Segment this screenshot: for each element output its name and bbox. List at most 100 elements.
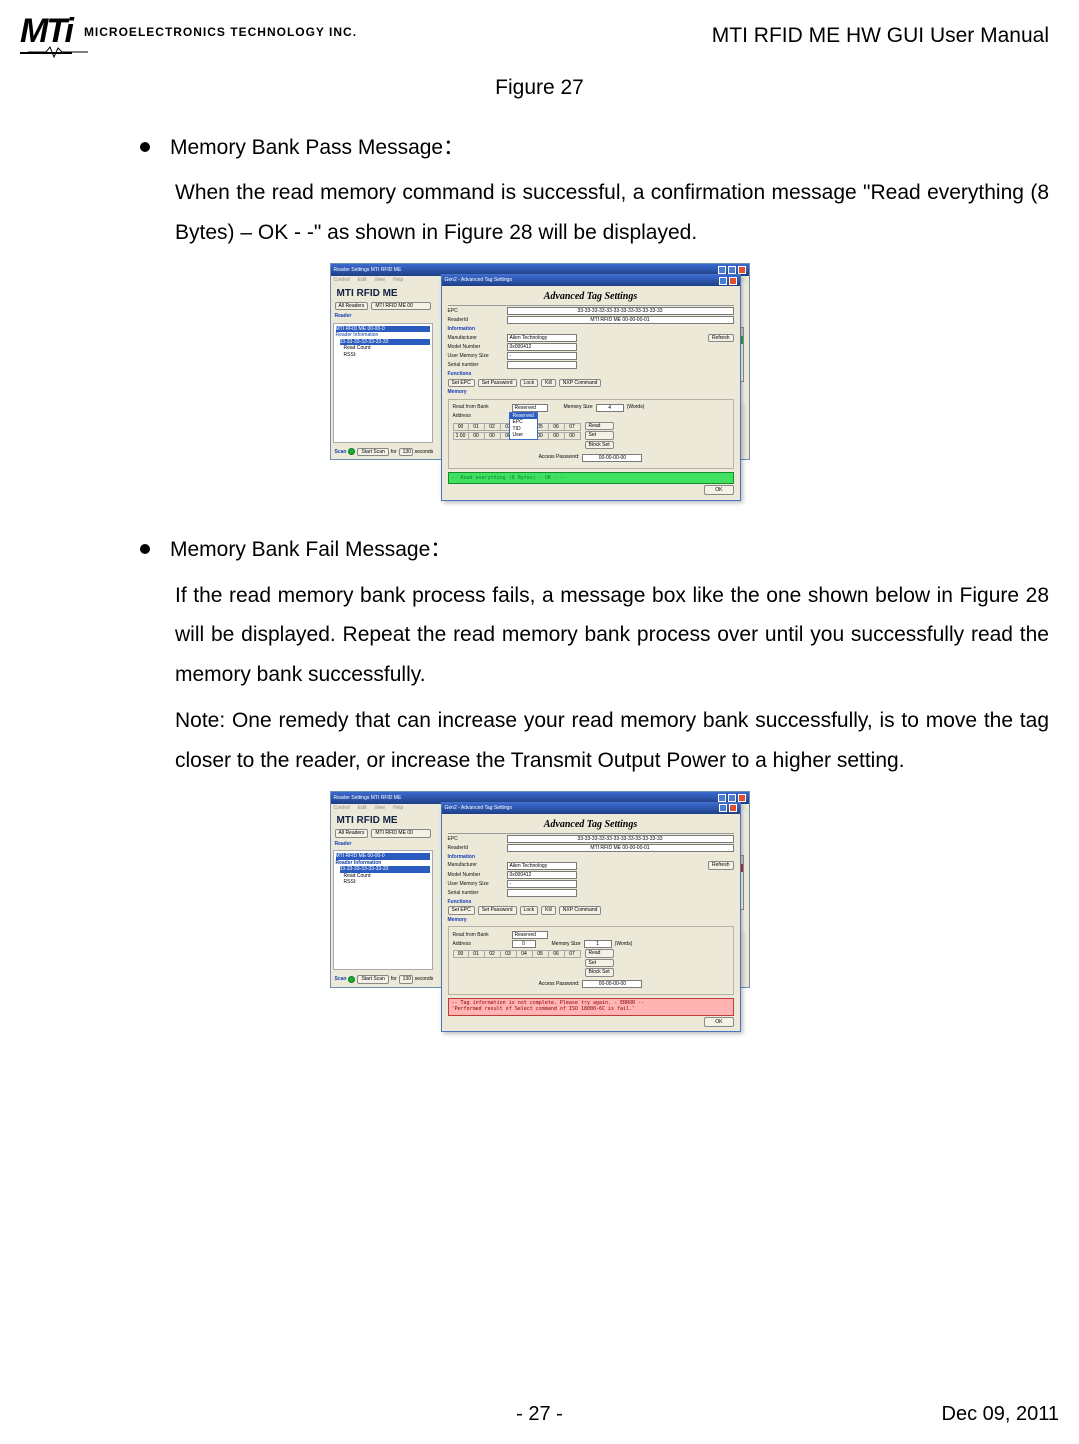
dropdown-opt-user[interactable]: User xyxy=(510,432,537,439)
status-error-line2: 'Performed result of Select command of I… xyxy=(452,1007,730,1013)
menu-edit[interactable]: Edit xyxy=(358,805,367,812)
refresh-button[interactable]: Refresh xyxy=(708,334,734,343)
dcell[interactable]: 1 00 xyxy=(453,432,469,440)
menu-help[interactable]: Help xyxy=(393,805,403,812)
memory-header-row: 00 01 02 03 04 05 06 07 xyxy=(453,950,581,958)
memory-size-input[interactable]: 1 xyxy=(584,940,612,948)
set-password-button[interactable]: Set Password xyxy=(478,379,517,388)
maximize-icon[interactable] xyxy=(728,794,736,802)
hcell: 03 xyxy=(501,950,517,958)
memory-extra-row[interactable] xyxy=(453,441,581,451)
dcell[interactable]: 00 xyxy=(549,432,565,440)
advanced-tag-settings-dialog: Gen2 - Advanced Tag Settings Advanced Ta… xyxy=(441,274,741,501)
ok-button[interactable]: OK xyxy=(704,1017,733,1027)
words-label: (Words) xyxy=(627,404,645,411)
serial-value xyxy=(507,889,577,897)
lock-button[interactable]: Lock xyxy=(520,906,539,915)
menu-control[interactable]: Control xyxy=(334,277,350,284)
memory-section: Memory xyxy=(448,389,734,396)
set-button[interactable]: Set xyxy=(585,959,614,968)
model-value: 0x000412 xyxy=(507,343,577,351)
page-header: MTi MICROELECTRONICS TECHNOLOGY INC. MTI… xyxy=(20,20,1059,58)
block-set-button[interactable]: Block Set xyxy=(585,968,614,977)
dialog-close-icon[interactable] xyxy=(729,804,737,812)
company-logo: MTi MICROELECTRONICS TECHNOLOGY INC. xyxy=(20,20,357,44)
readerid-label: ReaderId xyxy=(448,845,504,852)
reader-tree[interactable]: MTI RFID ME 00-00-0 Reader Information 3… xyxy=(333,323,433,443)
advanced-tag-settings-dialog-2: Gen2 - Advanced Tag Settings Advanced Ta… xyxy=(441,802,741,1033)
seconds-input[interactable]: 130 xyxy=(399,448,413,457)
dcell[interactable]: 00 xyxy=(469,432,485,440)
start-scan-button[interactable]: Start Scan xyxy=(357,975,388,984)
maximize-icon[interactable] xyxy=(728,266,736,274)
dcell[interactable]: 00 xyxy=(485,432,501,440)
dialog-help-icon[interactable] xyxy=(719,804,727,812)
seconds-input[interactable]: 130 xyxy=(399,975,413,984)
dcell[interactable]: 00 xyxy=(565,432,581,440)
for-label: for xyxy=(391,976,397,983)
dialog-title: Gen2 - Advanced Tag Settings xyxy=(445,805,512,812)
access-password-input[interactable]: 00-00-00-00 xyxy=(582,454,642,462)
menu-view[interactable]: View xyxy=(374,277,385,284)
epc-value: 33-33-33-33-33-33-33-33-33-33-33-33 xyxy=(507,835,734,843)
information-section: Information xyxy=(448,854,734,861)
manufacturer-label: Manufacturer xyxy=(448,862,504,869)
functions-section: Functions xyxy=(448,899,734,906)
dialog-titlebar: Gen2 - Advanced Tag Settings xyxy=(442,275,740,286)
nxp-command-button[interactable]: NXP Command xyxy=(559,379,602,388)
all-readers-button[interactable]: All Readers xyxy=(335,829,369,838)
read-button[interactable]: Read xyxy=(585,949,614,958)
model-label: Model Number xyxy=(448,872,504,879)
main-window-title: Reader Settings MTI RFID ME xyxy=(334,267,402,274)
nxp-command-button[interactable]: NXP Command xyxy=(559,906,602,915)
memory-group-2: Read from Bank Reserved Address 0 Memory… xyxy=(448,926,734,995)
block-set-button[interactable]: Block Set xyxy=(585,441,614,450)
memory-size-input[interactable]: 4 xyxy=(596,404,624,412)
reader-select[interactable]: MTI RFID ME 00 xyxy=(371,302,431,311)
dialog-close-icon[interactable] xyxy=(729,277,737,285)
usermem-value: - xyxy=(507,352,577,360)
access-password-input[interactable]: 00-00-00-00 xyxy=(582,980,642,988)
menu-control[interactable]: Control xyxy=(334,805,350,812)
bank-dropdown[interactable]: Reserved xyxy=(512,931,548,939)
refresh-button[interactable]: Refresh xyxy=(708,861,734,870)
set-epc-button[interactable]: Set EPC xyxy=(448,379,475,388)
hcell: 06 xyxy=(549,423,565,431)
dialog-help-icon[interactable] xyxy=(719,277,727,285)
read-from-bank-label: Read from Bank xyxy=(453,932,509,939)
set-button[interactable]: Set xyxy=(585,431,614,440)
bank-dropdown[interactable]: Reserved xyxy=(512,404,548,412)
hcell: 02 xyxy=(485,423,501,431)
reader-select[interactable]: MTI RFID ME 00 xyxy=(371,829,431,838)
hcell: 07 xyxy=(565,423,581,431)
start-scan-button[interactable]: Start Scan xyxy=(357,448,388,457)
kill-button[interactable]: Kill xyxy=(541,379,556,388)
set-password-button[interactable]: Set Password xyxy=(478,906,517,915)
figure-28-screenshot: Reader Settings MTI RFID ME Control Edit… xyxy=(330,263,750,460)
read-from-bank-label: Read from Bank xyxy=(453,404,509,411)
minimize-icon[interactable] xyxy=(718,794,726,802)
kill-button[interactable]: Kill xyxy=(541,906,556,915)
address-label: Address xyxy=(453,941,509,948)
read-button[interactable]: Read xyxy=(585,422,614,431)
serial-label: Serial number xyxy=(448,362,504,369)
memory-empty-area[interactable] xyxy=(453,959,581,977)
address-input[interactable]: 0 xyxy=(512,940,536,948)
menu-view[interactable]: View xyxy=(374,805,385,812)
ok-button[interactable]: OK xyxy=(704,485,733,495)
usermem-value: - xyxy=(507,880,577,888)
minimize-icon[interactable] xyxy=(718,266,726,274)
memory-size-label: Memory Size xyxy=(552,941,581,948)
close-icon[interactable] xyxy=(738,794,746,802)
main-window-title-2: Reader Settings MTI RFID ME xyxy=(334,795,402,802)
reader-tree-2[interactable]: MTI RFID ME 00-00-0 Reader Information 3… xyxy=(333,850,433,970)
lock-button[interactable]: Lock xyxy=(520,379,539,388)
close-icon[interactable] xyxy=(738,266,746,274)
memory-group: Read from Bank Reserved Memory Size 4 (W… xyxy=(448,399,734,469)
menu-help[interactable]: Help xyxy=(393,277,403,284)
epc-value: 33-33-33-33-33-33-33-33-33-33-33-33 xyxy=(507,307,734,315)
all-readers-button[interactable]: All Readers xyxy=(335,302,369,311)
menu-edit[interactable]: Edit xyxy=(358,277,367,284)
set-epc-button[interactable]: Set EPC xyxy=(448,906,475,915)
pass-message-description: When the read memory command is successf… xyxy=(175,173,1049,253)
